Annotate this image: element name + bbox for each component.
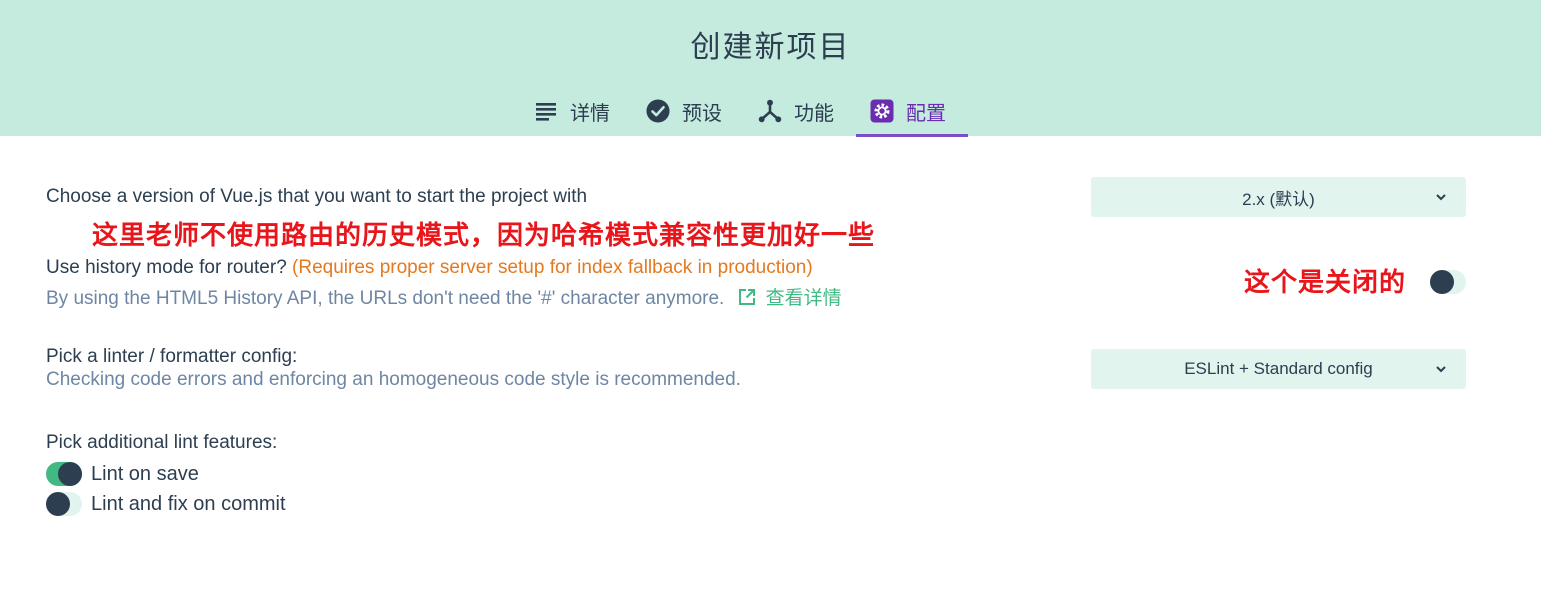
lint-fix-commit-label: Lint and fix on commit <box>91 493 286 515</box>
vue-version-select[interactable]: 2.x (默认) <box>1091 177 1466 217</box>
vue-version-value: 2.x (默认) <box>1242 189 1315 209</box>
more-info-label: 查看详情 <box>765 288 842 309</box>
list-icon <box>534 99 558 123</box>
tab-details[interactable]: 详情 <box>520 86 632 136</box>
linter-title: Pick a linter / formatter config: <box>46 346 298 367</box>
tab-label: 功能 <box>794 100 834 125</box>
linter-desc: Checking code errors and enforcing an ho… <box>46 369 741 390</box>
tab-label: 预设 <box>682 100 722 125</box>
toggle-knob <box>46 492 70 516</box>
page-header: 创建新项目 详情 预设 功能 配置 <box>0 0 1541 137</box>
page-title: 创建新项目 <box>690 30 851 65</box>
tab-label: 配置 <box>906 100 946 125</box>
gear-icon <box>870 99 894 123</box>
check-circle-icon <box>646 99 670 123</box>
lint-on-save-label: Lint on save <box>91 463 199 485</box>
linter-value: ESLint + Standard config <box>1184 359 1373 378</box>
toggle-knob <box>1430 270 1454 294</box>
history-mode-warning: (Requires proper server setup for index … <box>292 257 813 278</box>
toggle-knob <box>58 462 82 486</box>
linter-select[interactable]: ESLint + Standard config <box>1091 349 1466 389</box>
history-mode-description: By using the HTML5 History API, the URLs… <box>46 288 725 309</box>
lint-fix-commit-toggle[interactable] <box>46 492 82 516</box>
history-mode-toggle[interactable] <box>1430 270 1466 294</box>
vue-version-title: Choose a version of Vue.js that you want… <box>46 186 588 207</box>
history-mode-title: Use history mode for router? (Requires p… <box>46 257 813 279</box>
toggle-annotation: 这个是关闭的 <box>1244 268 1407 298</box>
chevron-down-icon <box>1434 361 1448 381</box>
lint-on-save-toggle[interactable] <box>46 462 82 486</box>
chevron-down-icon <box>1434 189 1448 209</box>
external-link-icon <box>738 288 756 312</box>
tab-label: 详情 <box>570 100 610 125</box>
lint-features-title: Pick additional lint features: <box>46 432 278 453</box>
history-annotation: 这里老师不使用路由的历史模式，因为哈希模式兼容性更加好一些 <box>92 221 876 251</box>
more-info-link[interactable]: 查看详情 <box>730 288 842 309</box>
tab-bar: 详情 预设 功能 配置 <box>520 86 968 137</box>
tab-config[interactable]: 配置 <box>856 86 968 137</box>
history-mode-desc: By using the HTML5 History API, the URLs… <box>46 283 842 312</box>
fork-icon <box>758 99 782 123</box>
tab-features[interactable]: 功能 <box>744 86 856 136</box>
tab-presets[interactable]: 预设 <box>632 86 744 136</box>
history-mode-label: Use history mode for router? <box>46 257 287 278</box>
